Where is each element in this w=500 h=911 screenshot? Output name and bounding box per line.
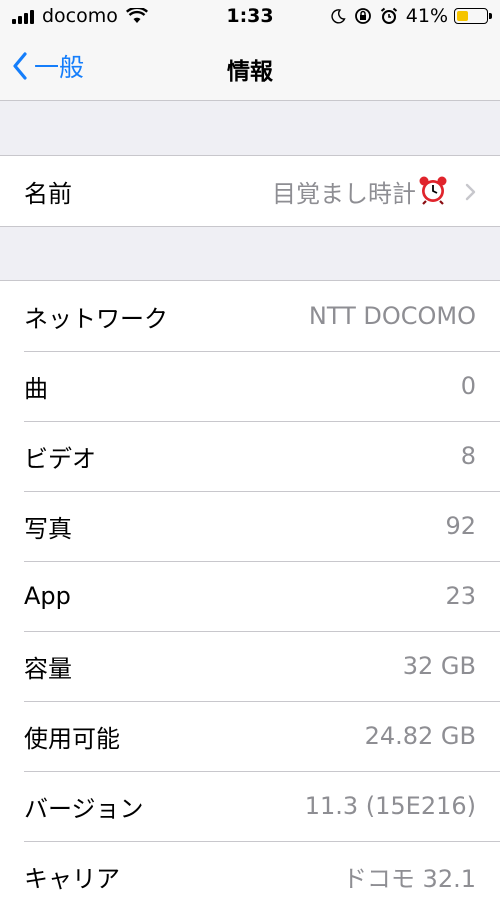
info-row-label: 容量 bbox=[24, 654, 72, 683]
info-group: ネットワーク NTT DOCOMO 曲 0 ビデオ 8 写真 92 App 23 容量 32 GB 使用… bbox=[0, 280, 500, 911]
alarm-clock-emoji-icon bbox=[419, 176, 447, 205]
page-title: 情報 bbox=[227, 59, 273, 85]
info-row-label: バージョン bbox=[24, 794, 144, 823]
info-row-label: ビデオ bbox=[24, 444, 96, 473]
info-row-value: 0 bbox=[460, 372, 476, 400]
info-row-label: App bbox=[24, 582, 71, 610]
moon-icon bbox=[331, 9, 346, 24]
name-group: 名前 目覚まし時計 bbox=[0, 155, 500, 227]
info-row: 曲0 bbox=[0, 351, 500, 421]
name-value: 目覚まし時計 bbox=[272, 179, 416, 208]
alarm-clock-icon bbox=[380, 7, 397, 24]
info-row-label: ネットワーク bbox=[24, 304, 168, 333]
status-right: 41% bbox=[322, 5, 492, 27]
info-row: バージョン 11.3 (15E216) bbox=[0, 771, 500, 841]
info-row-label: 写真 bbox=[24, 514, 72, 543]
info-row: 容量 32 GB bbox=[0, 631, 500, 701]
chevron-right-icon bbox=[465, 183, 476, 201]
info-row-value: ドコモ 32.1 bbox=[342, 864, 476, 893]
info-row-value: 92 bbox=[445, 512, 476, 540]
info-row-value: 8 bbox=[460, 442, 476, 470]
info-row-label: キャリア bbox=[24, 864, 120, 893]
info-row: 写真 92 bbox=[0, 491, 500, 561]
info-row-label: 使用可能 bbox=[24, 724, 120, 753]
info-row: 使用可能 24.82 GB bbox=[0, 701, 500, 771]
name-row[interactable]: 名前 目覚まし時計 bbox=[0, 156, 500, 226]
battery-fill bbox=[457, 11, 469, 21]
info-row-value: 24.82 GB bbox=[364, 722, 476, 750]
rotation-lock-icon bbox=[354, 8, 371, 24]
info-row-label: 曲 bbox=[24, 374, 48, 403]
battery-icon bbox=[454, 8, 492, 24]
info-row: ネットワーク NTT DOCOMO bbox=[0, 281, 500, 351]
info-row: ビデオ 8 bbox=[0, 421, 500, 491]
info-row: キャリア ドコモ 32.1 bbox=[0, 841, 500, 911]
info-row-value: 23 bbox=[445, 582, 476, 610]
status-bar: docomo 1:33 41% bbox=[0, 0, 500, 34]
info-row-value: 32 GB bbox=[402, 652, 476, 680]
name-label: 名前 bbox=[24, 179, 72, 208]
name-value-wrapper: 目覚まし時計 bbox=[272, 174, 448, 209]
info-row-value: 11.3 (15E216) bbox=[304, 792, 476, 820]
battery-percent: 41% bbox=[405, 5, 448, 27]
navigation-bar: 一般 情報 bbox=[0, 34, 500, 101]
info-row: App 23 bbox=[0, 561, 500, 631]
info-row-value: NTT DOCOMO bbox=[308, 302, 476, 330]
